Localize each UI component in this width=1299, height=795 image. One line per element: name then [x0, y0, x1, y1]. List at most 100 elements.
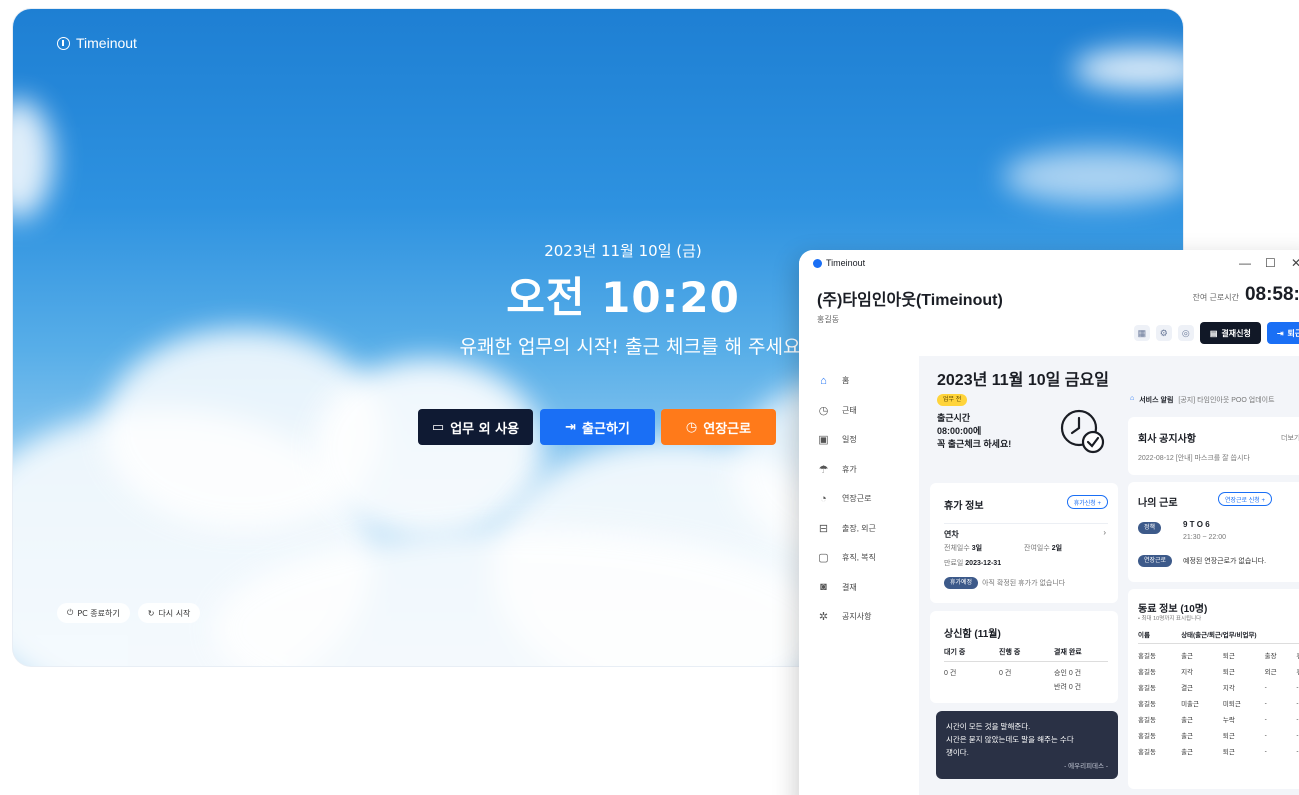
outside-work-button[interactable]: ▭ 업무 외 사용	[418, 409, 533, 445]
remaining-days-label: 잔여일수	[1024, 545, 1050, 552]
submitted-title: 상신함 (11월)	[944, 629, 1001, 640]
quote-text: 시간은 묻지 않았는데도 말을 해주는 수다	[946, 735, 1074, 744]
brand-name: Timeinout	[76, 35, 137, 51]
home-icon: ⌂	[820, 374, 827, 387]
colleague-name: 홍길동	[1138, 685, 1156, 692]
vacation-title: 휴가 정보	[944, 501, 984, 512]
close-icon[interactable]: ✕	[1291, 256, 1299, 270]
minimize-icon[interactable]: —	[1239, 256, 1251, 270]
leave-icon: ▢	[818, 552, 829, 565]
app-header: (주)타임인아웃(Timeinout) 홍길동 잔여 근로시간 08:58:42…	[799, 276, 1299, 356]
sidebar-item-approval[interactable]: ◙ 결재	[799, 573, 919, 603]
colleague-status: 퇴근	[1222, 669, 1235, 676]
overtime-button[interactable]: ◷ 연장근로	[661, 409, 776, 445]
table-row: 홍길동출근퇴근출장휴가	[1138, 644, 1299, 660]
chevron-right-icon[interactable]: ›	[1103, 528, 1106, 537]
sidebar-item-label: 휴가	[842, 464, 857, 474]
rejected-count: 반려 0 건	[1054, 684, 1082, 691]
gear-icon[interactable]: ⚙	[1155, 325, 1172, 341]
completed-header: 결재 완료	[1054, 649, 1082, 656]
maximize-icon[interactable]: ☐	[1265, 256, 1276, 270]
sidebar-item-home[interactable]: ⌂ 홈	[799, 366, 919, 396]
schedule-time: 21:30 ~ 22:00	[1183, 534, 1227, 541]
in-progress-header: 진행 중	[999, 649, 1021, 656]
colleague-status: 미퇴근	[1222, 701, 1241, 708]
overtime-apply-button[interactable]: 연장근로 신청 +	[1218, 492, 1272, 506]
vacation-type: 연차	[944, 530, 959, 539]
colleague-status: 외근	[1264, 669, 1277, 676]
table-row: 홍길동 출근 퇴근 - -	[1138, 740, 1299, 757]
overtime-status: 예정된 연장근로가 없습니다.	[1183, 558, 1267, 565]
qr-code-icon[interactable]: ▦	[1133, 325, 1150, 341]
clock-check-icon	[1060, 409, 1105, 454]
monitor-icon: ▭	[431, 419, 445, 435]
sidebar-item-vacation[interactable]: ☂ 휴가	[799, 455, 919, 485]
check-out-button[interactable]: ⇥ 퇴근하기	[1266, 322, 1299, 344]
sidebar-item-label: 근태	[842, 405, 857, 415]
sidebar-item-attendance[interactable]: ◷ 근태	[799, 396, 919, 426]
status-header: 상태(출근/퇴근/업무/비업무)	[1181, 632, 1257, 639]
timeinout-logo-icon	[57, 36, 70, 50]
approval-request-button[interactable]: ▤ 결재신청	[1199, 322, 1261, 344]
power-icon: ⏻	[67, 608, 74, 617]
settings-icon[interactable]: ◎	[1177, 325, 1194, 341]
work-schedule: 9 T O 6	[1183, 520, 1210, 529]
lock-clock: 오전 10:20	[506, 273, 740, 322]
cloud-decoration	[313, 359, 543, 539]
calendar-icon: ▣	[818, 434, 829, 447]
colleague-name: 홍길동	[1138, 653, 1156, 660]
cloud-decoration	[13, 99, 53, 219]
colleagues-subtitle: • 최대 10명까지 표시됩니다	[1138, 616, 1202, 622]
service-alert-label: 서비스 알림	[1139, 397, 1174, 404]
sidebar-item-business-trip[interactable]: ⊟ 출장, 외근	[799, 514, 919, 544]
sidebar-item-label: 공지사항	[842, 612, 872, 622]
service-alert-text: [공지] 타임인아웃 POO 업데이트	[1178, 397, 1275, 404]
colleagues-card: 동료 정보 (10명) • 최대 10명까지 표시됩니다 이름 상태(출근/퇴근…	[1128, 589, 1299, 789]
notice-more-link[interactable]: 더보기 >	[1281, 433, 1299, 443]
policy-badge: 정책	[1138, 522, 1162, 534]
restart-button[interactable]: ↻ 다시 시작	[137, 603, 201, 623]
app-window: Timeinout — ☐ ✕ (주)타임인아웃(Timeinout) 홍길동 …	[799, 250, 1299, 795]
sidebar-item-schedule[interactable]: ▣ 일정	[799, 425, 919, 455]
colleague-name: 홍길동	[1138, 749, 1156, 756]
notice-icon: ✲	[818, 611, 829, 624]
colleague-status: -	[1264, 699, 1267, 707]
sidebar-item-label: 결재	[842, 582, 857, 592]
vacation-apply-button[interactable]: 휴가신청 +	[1066, 495, 1108, 509]
colleague-status: 누락	[1222, 717, 1235, 724]
logout-icon: ⇥	[1276, 328, 1284, 338]
restart-label: 다시 시작	[158, 608, 191, 618]
power-options: ⏻ PC 종료하기 ↻ 다시 시작	[57, 603, 201, 623]
service-alert[interactable]: ⌂ 서비스 알림 [공지] 타임인아웃 POO 업데이트	[1130, 395, 1275, 405]
quote-text: 시간이 모든 것을 말해준다.	[946, 722, 1031, 731]
approval-request-label: 결재신청	[1221, 328, 1251, 338]
pc-shutdown-button[interactable]: ⏻ PC 종료하기	[57, 603, 130, 623]
colleague-status: 미출근	[1181, 701, 1200, 708]
sidebar-item-label: 휴직, 복직	[842, 553, 876, 563]
header-toolbar: ▦ ⚙ ◎ ▤ 결재신청 ⇥ 퇴근하기	[1133, 322, 1299, 344]
sidebar-item-leave[interactable]: ▢ 휴직, 복직	[799, 543, 919, 573]
notice-title: 회사 공지사항	[1138, 434, 1196, 445]
table-row: 홍길동 출근 퇴근 - -	[1138, 724, 1299, 741]
colleague-name: 홍길동	[1138, 701, 1156, 708]
company-notice-card: 회사 공지사항 더보기 > 2022-08-12 [안내] 마스크를 잘 씁시다	[1128, 417, 1299, 475]
colleague-status: 출장	[1264, 653, 1277, 660]
brand-logo: Timeinout	[57, 35, 137, 51]
sidebar-item-label: 일정	[842, 435, 857, 445]
login-icon: ⇥	[565, 419, 577, 435]
colleague-name: 홍길동	[1138, 669, 1156, 676]
briefcase-icon: ⊟	[818, 522, 829, 535]
check-out-label: 퇴근하기	[1287, 328, 1299, 338]
sidebar-item-notice[interactable]: ✲ 공지사항	[799, 602, 919, 632]
check-in-button[interactable]: ⇥ 출근하기	[540, 409, 655, 445]
sidebar-item-overtime[interactable]: ◔ 연장근로	[799, 484, 919, 514]
in-progress-count: 0 건	[999, 670, 1012, 677]
colleague-status: 퇴근	[1222, 653, 1235, 660]
table-row: 홍길동 출근 누락 - -	[1138, 708, 1299, 725]
colleague-status: -	[1264, 747, 1267, 755]
colleague-status: 출근	[1181, 653, 1194, 660]
check-in-label: 출근하기	[582, 421, 630, 437]
megaphone-icon: ⌂	[1130, 395, 1135, 402]
total-days-label: 전체일수	[944, 545, 970, 552]
notice-item[interactable]: 2022-08-12 [안내] 마스크를 잘 씁시다	[1138, 453, 1250, 463]
